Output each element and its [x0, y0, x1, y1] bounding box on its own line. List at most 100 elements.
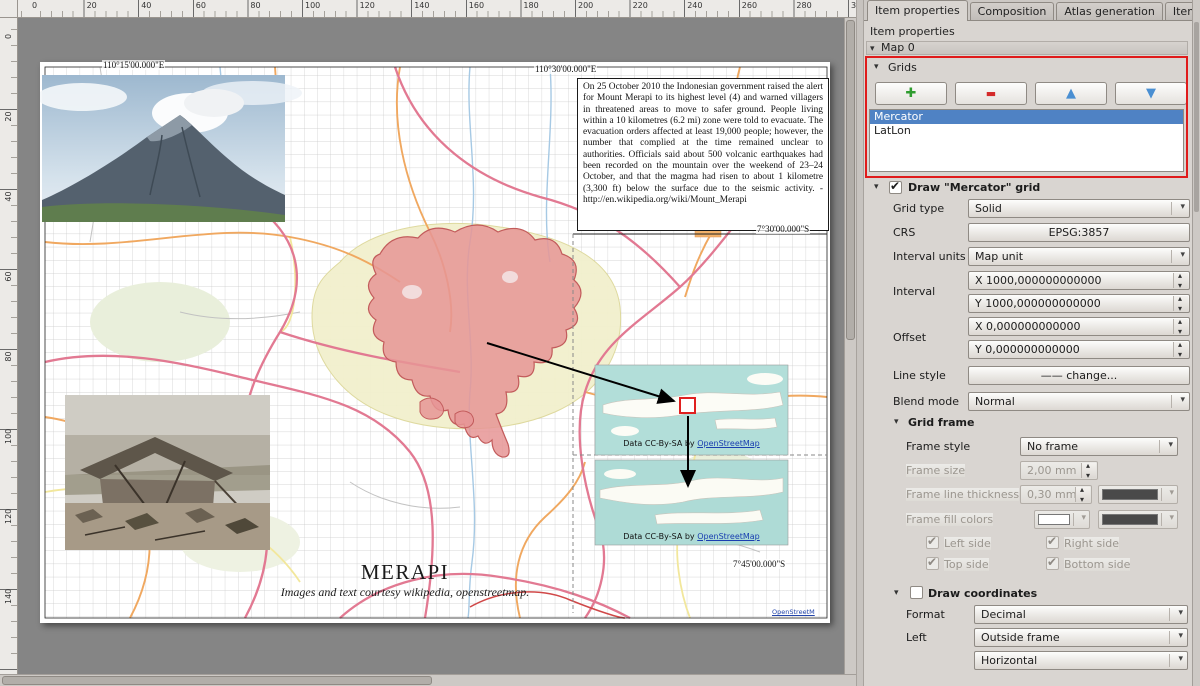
- draw-coordinates-checkbox[interactable]: [910, 586, 923, 599]
- color-swatch-dark: [1102, 489, 1158, 500]
- right-side-label: Right side: [1064, 537, 1119, 550]
- osm-link[interactable]: OpenStreetMap: [697, 532, 760, 541]
- ruler-number: 20: [87, 1, 97, 10]
- ruler-number: 100: [305, 1, 320, 10]
- item-properties-panel: Item properties Composition Atlas genera…: [864, 0, 1192, 686]
- tab-items[interactable]: Items: [1165, 2, 1192, 20]
- grid-type-value: Solid: [975, 202, 1002, 215]
- scrollbar-thumb[interactable]: [846, 20, 855, 340]
- window-vertical-scrollbar[interactable]: [1192, 0, 1200, 686]
- frame-fill-swatch-1[interactable]: [1034, 510, 1090, 529]
- color-swatch-white: [1038, 514, 1070, 525]
- ruler-number: 120: [4, 509, 13, 524]
- grid-list-item-mercator[interactable]: Mercator: [870, 110, 1183, 124]
- qgis-composer-window: 0204060801001201401601802002202402602803…: [0, 0, 1200, 686]
- format-select[interactable]: Decimal: [974, 605, 1188, 624]
- frame-color-swatch[interactable]: [1098, 485, 1178, 504]
- map-corner-osm-link[interactable]: OpenStreetM: [772, 608, 815, 616]
- composer-canvas[interactable]: 0204060801001201401601802002202402602803…: [0, 0, 856, 674]
- grids-collapse-icon[interactable]: [874, 61, 884, 73]
- scrollbar-thumb[interactable]: [1194, 22, 1199, 212]
- grid-label-lon-right: 110°30'00.000"E: [534, 64, 597, 74]
- format-value: Decimal: [981, 608, 1026, 621]
- scrollbar-thumb[interactable]: [2, 676, 432, 685]
- draw-grid-checkbox[interactable]: [889, 181, 902, 194]
- spinner-arrows-icon: [1075, 487, 1090, 502]
- line-style-label: Line style: [893, 369, 946, 382]
- interval-x-input[interactable]: X 1000,000000000000: [968, 271, 1190, 290]
- panel-tabbar: Item properties Composition Atlas genera…: [864, 0, 1192, 21]
- grid-frame-label: Grid frame: [908, 416, 974, 429]
- draw-coordinates-collapse-icon[interactable]: [894, 587, 904, 599]
- ruler-number: 40: [141, 1, 151, 10]
- line-style-value: —— change...: [1041, 369, 1117, 382]
- ruler-number: 120: [360, 1, 375, 10]
- ruler-number: 80: [4, 349, 13, 364]
- left-direction-select[interactable]: Horizontal: [974, 651, 1188, 670]
- spinner-arrows-icon[interactable]: [1173, 273, 1188, 288]
- offset-label: Offset: [893, 331, 926, 344]
- frame-fill-colors-label: Frame fill colors: [906, 513, 993, 526]
- left-position-value: Outside frame: [981, 631, 1060, 644]
- crs-button[interactable]: EPSG:3857: [968, 223, 1190, 242]
- ruler-number: 100: [4, 429, 13, 444]
- grid-frame-collapse-icon[interactable]: [894, 416, 904, 428]
- composer-page[interactable]: On 25 October 2010 the Indonesian govern…: [40, 62, 830, 623]
- tab-atlas-generation[interactable]: Atlas generation: [1056, 2, 1163, 20]
- left-position-label: Left: [906, 631, 927, 644]
- interval-units-value: Map unit: [975, 250, 1023, 263]
- bottom-side-checkbox[interactable]: [1046, 557, 1059, 570]
- ruler-number: 140: [414, 1, 429, 10]
- add-grid-button[interactable]: ✚: [875, 82, 947, 105]
- panel-title: Item properties: [870, 25, 955, 38]
- grid-list[interactable]: Mercator LatLon: [869, 109, 1184, 172]
- interval-units-select[interactable]: Map unit: [968, 247, 1190, 266]
- left-side-checkbox[interactable]: [926, 536, 939, 549]
- grid-label-lat-upper: 7°30'00.000"S: [756, 224, 810, 234]
- frame-style-select[interactable]: No frame: [1020, 437, 1178, 456]
- spinner-arrows-icon[interactable]: [1173, 296, 1188, 311]
- arrow-down-icon: ▼: [1146, 83, 1156, 104]
- frame-fill-swatch-2[interactable]: [1098, 510, 1178, 529]
- ruler-number: 240: [687, 1, 702, 10]
- interval-y-input[interactable]: Y 1000,000000000000: [968, 294, 1190, 313]
- crs-label: CRS: [893, 226, 915, 239]
- left-position-select[interactable]: Outside frame: [974, 628, 1188, 647]
- line-style-change-button[interactable]: —— change...: [968, 366, 1190, 385]
- map-subtitle[interactable]: Images and text courtesy wikipedia, open…: [190, 585, 620, 600]
- spinner-arrows-icon[interactable]: [1173, 342, 1188, 357]
- inset-marker-square: [680, 398, 695, 413]
- move-grid-up-button[interactable]: ▲: [1035, 82, 1107, 105]
- blend-mode-value: Normal: [975, 395, 1015, 408]
- canvas-horizontal-scrollbar[interactable]: [0, 674, 856, 686]
- draw-grid-collapse-icon[interactable]: [874, 181, 884, 193]
- ruler-number: 300: [851, 1, 856, 10]
- canvas-vertical-scrollbar[interactable]: [844, 18, 856, 674]
- offset-y-value: Y 0,000000000000: [975, 343, 1080, 356]
- right-side-checkbox[interactable]: [1046, 536, 1059, 549]
- blend-mode-select[interactable]: Normal: [968, 392, 1190, 411]
- map-title[interactable]: MERAPI: [250, 560, 560, 585]
- interval-y-value: Y 1000,000000000000: [975, 297, 1101, 310]
- osm-link[interactable]: OpenStreetMap: [697, 439, 760, 448]
- tab-composition[interactable]: Composition: [970, 2, 1055, 20]
- left-side-label: Left side: [944, 537, 991, 550]
- bottom-side-label: Bottom side: [1064, 558, 1130, 571]
- frame-size-input[interactable]: 2,00 mm: [1020, 461, 1098, 480]
- chevron-down-icon: [870, 43, 880, 55]
- tab-item-properties[interactable]: Item properties: [867, 0, 968, 21]
- remove-grid-button[interactable]: ▬: [955, 82, 1027, 105]
- ruler-number: 0: [32, 1, 37, 10]
- offset-y-input[interactable]: Y 0,000000000000: [968, 340, 1190, 359]
- panel-splitter[interactable]: [856, 0, 864, 686]
- spinner-arrows-icon[interactable]: [1173, 319, 1188, 334]
- move-grid-down-button[interactable]: ▼: [1115, 82, 1187, 105]
- map0-header[interactable]: Map 0: [866, 41, 1188, 55]
- ruler-vertical: 020406080100120140: [0, 18, 18, 674]
- top-side-checkbox[interactable]: [926, 557, 939, 570]
- grid-list-item-latlon[interactable]: LatLon: [870, 124, 1183, 138]
- grid-type-select[interactable]: Solid: [968, 199, 1190, 218]
- article-text-item[interactable]: On 25 October 2010 the Indonesian govern…: [577, 78, 829, 231]
- offset-x-input[interactable]: X 0,000000000000: [968, 317, 1190, 336]
- frame-thickness-input[interactable]: 0,30 mm: [1020, 485, 1092, 504]
